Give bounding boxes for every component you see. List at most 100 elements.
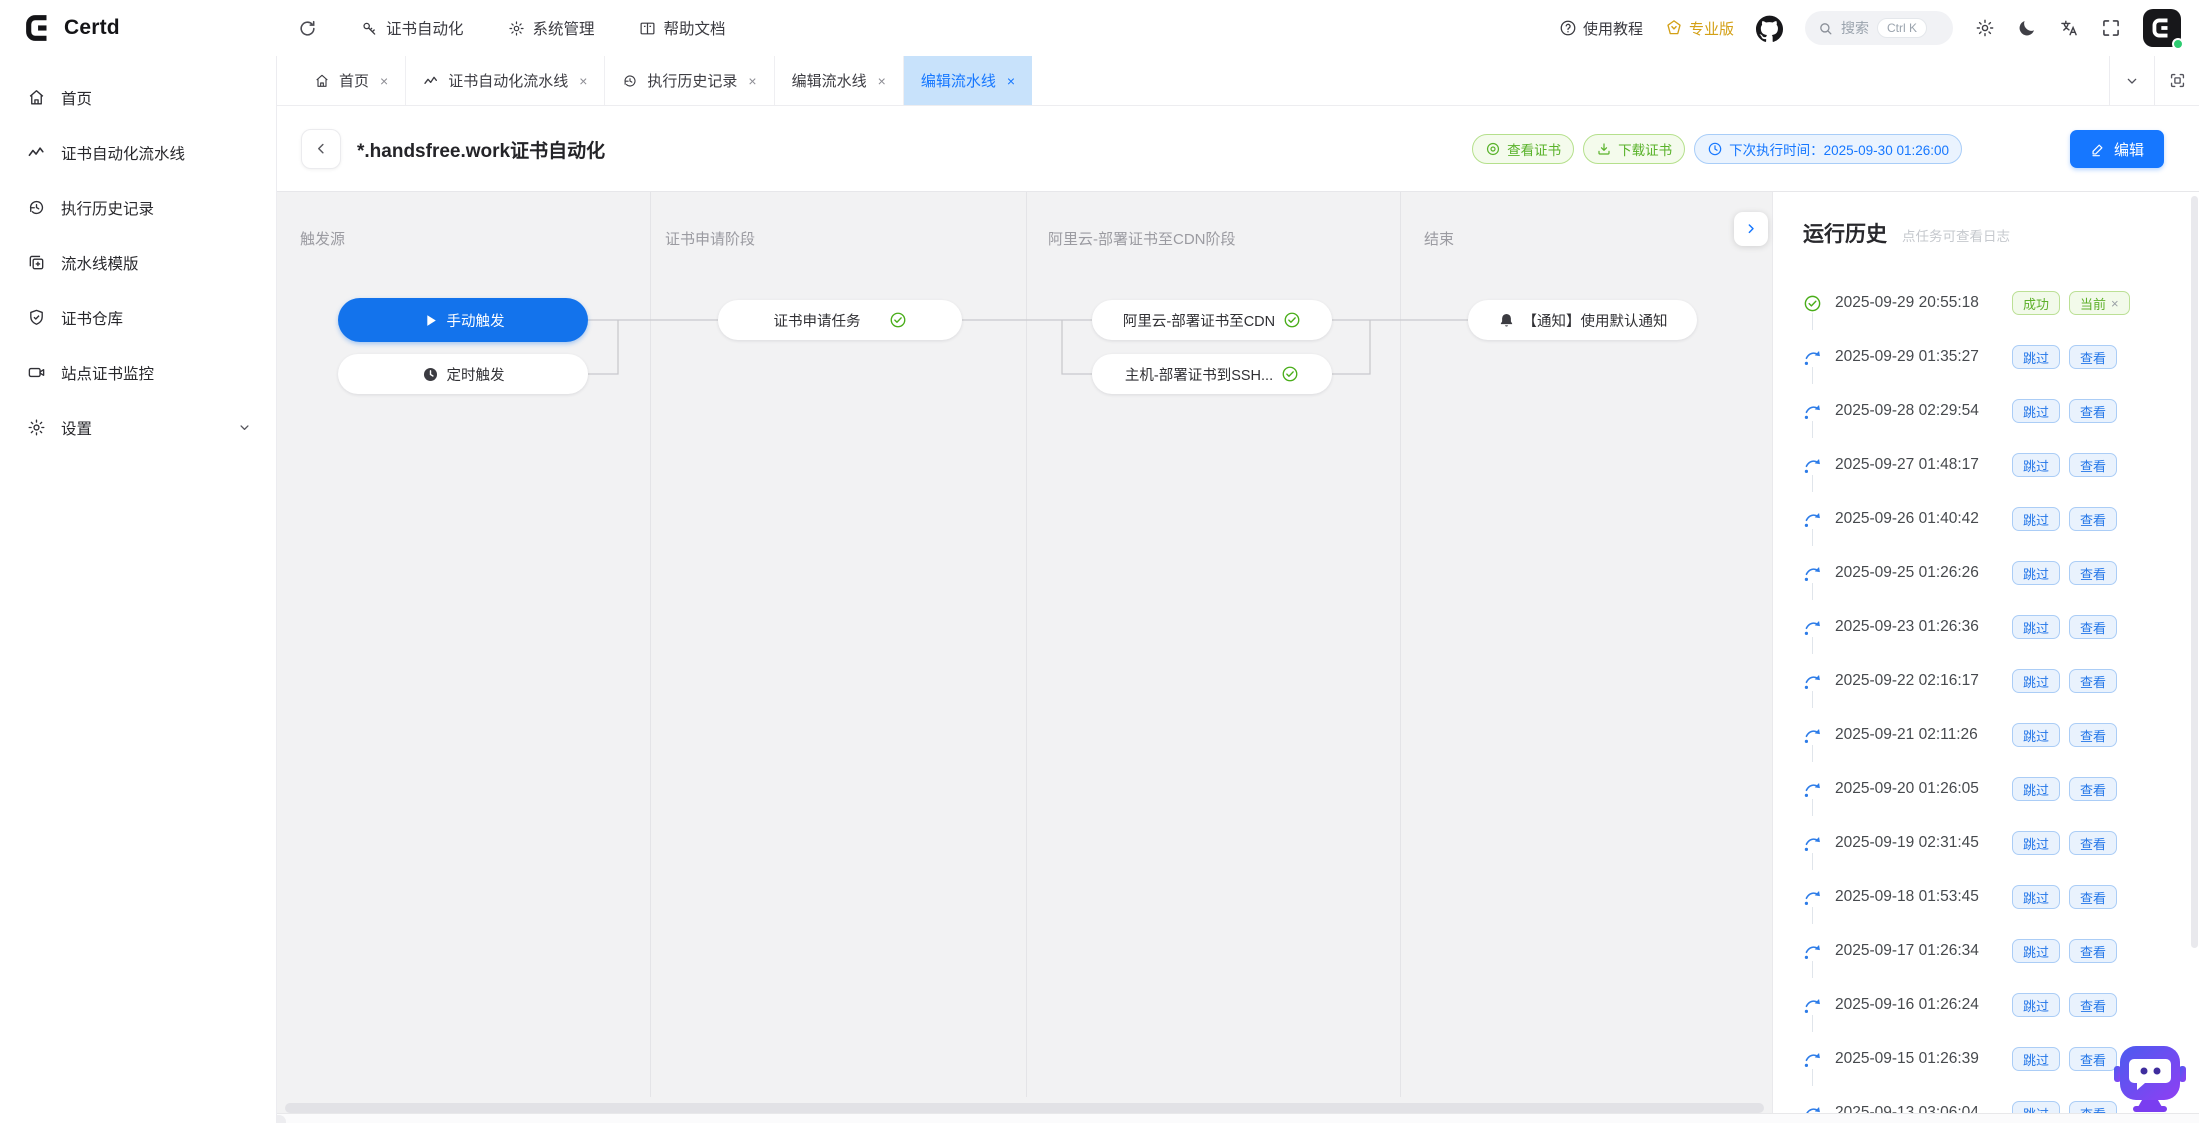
sidebar-item[interactable]: 设置: [0, 400, 276, 455]
history-badge[interactable]: 查看: [2069, 615, 2117, 639]
panel-expand-button[interactable]: [1734, 212, 1768, 246]
key-icon: [361, 20, 378, 37]
history-badge[interactable]: 查看: [2069, 399, 2117, 423]
view-cert-button[interactable]: 查看证书: [1472, 134, 1574, 164]
history-badge[interactable]: 查看: [2069, 507, 2117, 531]
tab[interactable]: 编辑流水线×: [775, 56, 904, 105]
timeline-connector: [1812, 529, 1813, 546]
run-history-item: 2025-09-26 01:40:42跳过查看: [1803, 492, 2193, 546]
skipped-icon: [1803, 942, 1822, 961]
download-cert-button[interactable]: 下载证书: [1583, 134, 1685, 164]
pipeline-node[interactable]: 定时触发: [338, 354, 588, 394]
skipped-icon: [1803, 402, 1822, 421]
content-maximize-icon[interactable]: [2154, 56, 2199, 105]
stage-title: 阿里云-部署证书至CDN阶段: [1048, 228, 1236, 249]
sidebar-item[interactable]: 执行历史记录: [0, 180, 276, 235]
run-timestamp: 2025-09-29 20:55:18: [1835, 294, 2003, 312]
history-badge: 当前×: [2069, 291, 2130, 315]
brand-name: Certd: [64, 16, 120, 40]
history-badge[interactable]: 查看: [2069, 831, 2117, 855]
history-badge[interactable]: 查看: [2069, 885, 2117, 909]
run-timestamp: 2025-09-25 01:26:26: [1835, 564, 2003, 582]
skipped-icon: [1803, 1050, 1822, 1069]
sidebar-item[interactable]: 证书自动化流水线: [0, 125, 276, 180]
sidebar-item[interactable]: 首页: [0, 70, 276, 125]
user-avatar[interactable]: [2143, 9, 2181, 47]
refresh-icon[interactable]: [298, 19, 317, 38]
history-icon: [27, 198, 46, 217]
topnav-item[interactable]: 帮助文档: [639, 17, 726, 39]
dark-mode-moon-icon[interactable]: [2017, 18, 2037, 38]
history-badge[interactable]: 查看: [2069, 1047, 2117, 1071]
pipeline-node[interactable]: 阿里云-部署证书至CDN: [1092, 300, 1332, 340]
sidebar-item[interactable]: 站点证书监控: [0, 345, 276, 400]
close-tab-icon[interactable]: ×: [878, 73, 886, 89]
history-badge: 成功: [2012, 291, 2060, 315]
tab[interactable]: 首页×: [297, 56, 406, 105]
close-tab-icon[interactable]: ×: [579, 73, 587, 89]
run-history-item: 2025-09-21 02:11:26跳过查看: [1803, 708, 2193, 762]
history-badge: 跳过: [2012, 939, 2060, 963]
edit-button[interactable]: 编辑: [2070, 130, 2164, 168]
close-icon[interactable]: ×: [2111, 296, 2119, 311]
horizontal-scrollbar[interactable]: [285, 1103, 1764, 1113]
history-badge[interactable]: 查看: [2069, 561, 2117, 585]
history-badge[interactable]: 查看: [2069, 345, 2117, 369]
search-shortcut: Ctrl K: [1877, 18, 1927, 38]
timeline-connector: [1812, 637, 1813, 654]
run-history-list: 2025-09-29 20:55:18 成功当前× 2025-09-29 01:35…: [1803, 276, 2193, 1113]
history-badge[interactable]: 查看: [2069, 777, 2117, 801]
skipped-icon: [1803, 510, 1822, 529]
skipped-icon: [1803, 780, 1822, 799]
run-history-item: 2025-09-28 02:29:54跳过查看: [1803, 384, 2193, 438]
history-badge: 跳过: [2012, 1101, 2060, 1113]
sidebar-item[interactable]: 证书仓库: [0, 290, 276, 345]
back-button[interactable]: [301, 129, 341, 169]
history-badge[interactable]: 查看: [2069, 1101, 2117, 1113]
history-badge: 跳过: [2012, 399, 2060, 423]
badge-icon: [1665, 19, 1683, 37]
page-header: *.handsfree.work证书自动化 查看证书 下载证书 下次执行时间：2…: [277, 106, 2199, 192]
tab[interactable]: 执行历史记录×: [605, 56, 774, 105]
next-run-time-badge: 下次执行时间：2025-09-30 01:26:00: [1694, 134, 1962, 164]
tutorial-link[interactable]: 使用教程: [1559, 18, 1643, 39]
history-badge[interactable]: 查看: [2069, 993, 2117, 1017]
history-badge[interactable]: 查看: [2069, 939, 2117, 963]
github-icon[interactable]: [1756, 15, 1783, 42]
skipped-icon: [1803, 1104, 1822, 1114]
sidebar-item[interactable]: 流水线模版: [0, 235, 276, 290]
topnav-item[interactable]: 系统管理: [508, 17, 595, 39]
topnav-item[interactable]: 证书自动化: [361, 17, 464, 39]
timeline-connector: [1812, 799, 1813, 816]
stage-title: 证书申请阶段: [665, 228, 755, 249]
run-timestamp: 2025-09-27 01:48:17: [1835, 456, 2003, 474]
language-translate-icon[interactable]: [2059, 18, 2079, 38]
pro-version-link[interactable]: 专业版: [1665, 18, 1734, 39]
pipeline-node[interactable]: 【通知】使用默认通知: [1468, 300, 1697, 340]
header-pills: 查看证书 下载证书 下次执行时间：2025-09-30 01:26:00: [1472, 134, 1962, 164]
pipeline-node[interactable]: 证书申请任务: [718, 300, 962, 340]
search-input[interactable]: 搜索 Ctrl K: [1805, 11, 1953, 45]
close-tab-icon[interactable]: ×: [748, 73, 756, 89]
brand[interactable]: Certd: [24, 0, 120, 56]
pipeline-canvas[interactable]: 触发源手动触发定时触发证书申请阶段证书申请任务阿里云-部署证书至CDN阶段阿里云…: [277, 192, 1772, 1123]
close-tab-icon[interactable]: ×: [380, 73, 388, 89]
success-check-icon: [889, 311, 907, 329]
history-badge[interactable]: 查看: [2069, 669, 2117, 693]
run-history-item: 2025-09-29 01:35:27跳过查看: [1803, 330, 2193, 384]
vertical-scrollbar[interactable]: [2191, 196, 2198, 948]
fullscreen-icon[interactable]: [2101, 18, 2121, 38]
timeline-connector: [1812, 961, 1813, 978]
pipeline-node[interactable]: 手动触发: [338, 298, 588, 342]
settings-gear-icon[interactable]: [1975, 18, 1995, 38]
history-badge[interactable]: 查看: [2069, 723, 2117, 747]
run-history-header: 运行历史 点任务可查看日志: [1803, 218, 2010, 248]
tab-list-dropdown-icon[interactable]: [2109, 56, 2154, 105]
chat-assistant-robot-icon[interactable]: [2112, 1044, 2188, 1112]
pipeline-node[interactable]: 主机-部署证书到SSH...: [1092, 354, 1332, 394]
close-tab-icon[interactable]: ×: [1007, 73, 1015, 89]
history-badge[interactable]: 查看: [2069, 453, 2117, 477]
tab[interactable]: 证书自动化流水线×: [406, 56, 605, 105]
skipped-icon: [1803, 348, 1822, 367]
tab-active[interactable]: 编辑流水线×: [904, 56, 1032, 105]
